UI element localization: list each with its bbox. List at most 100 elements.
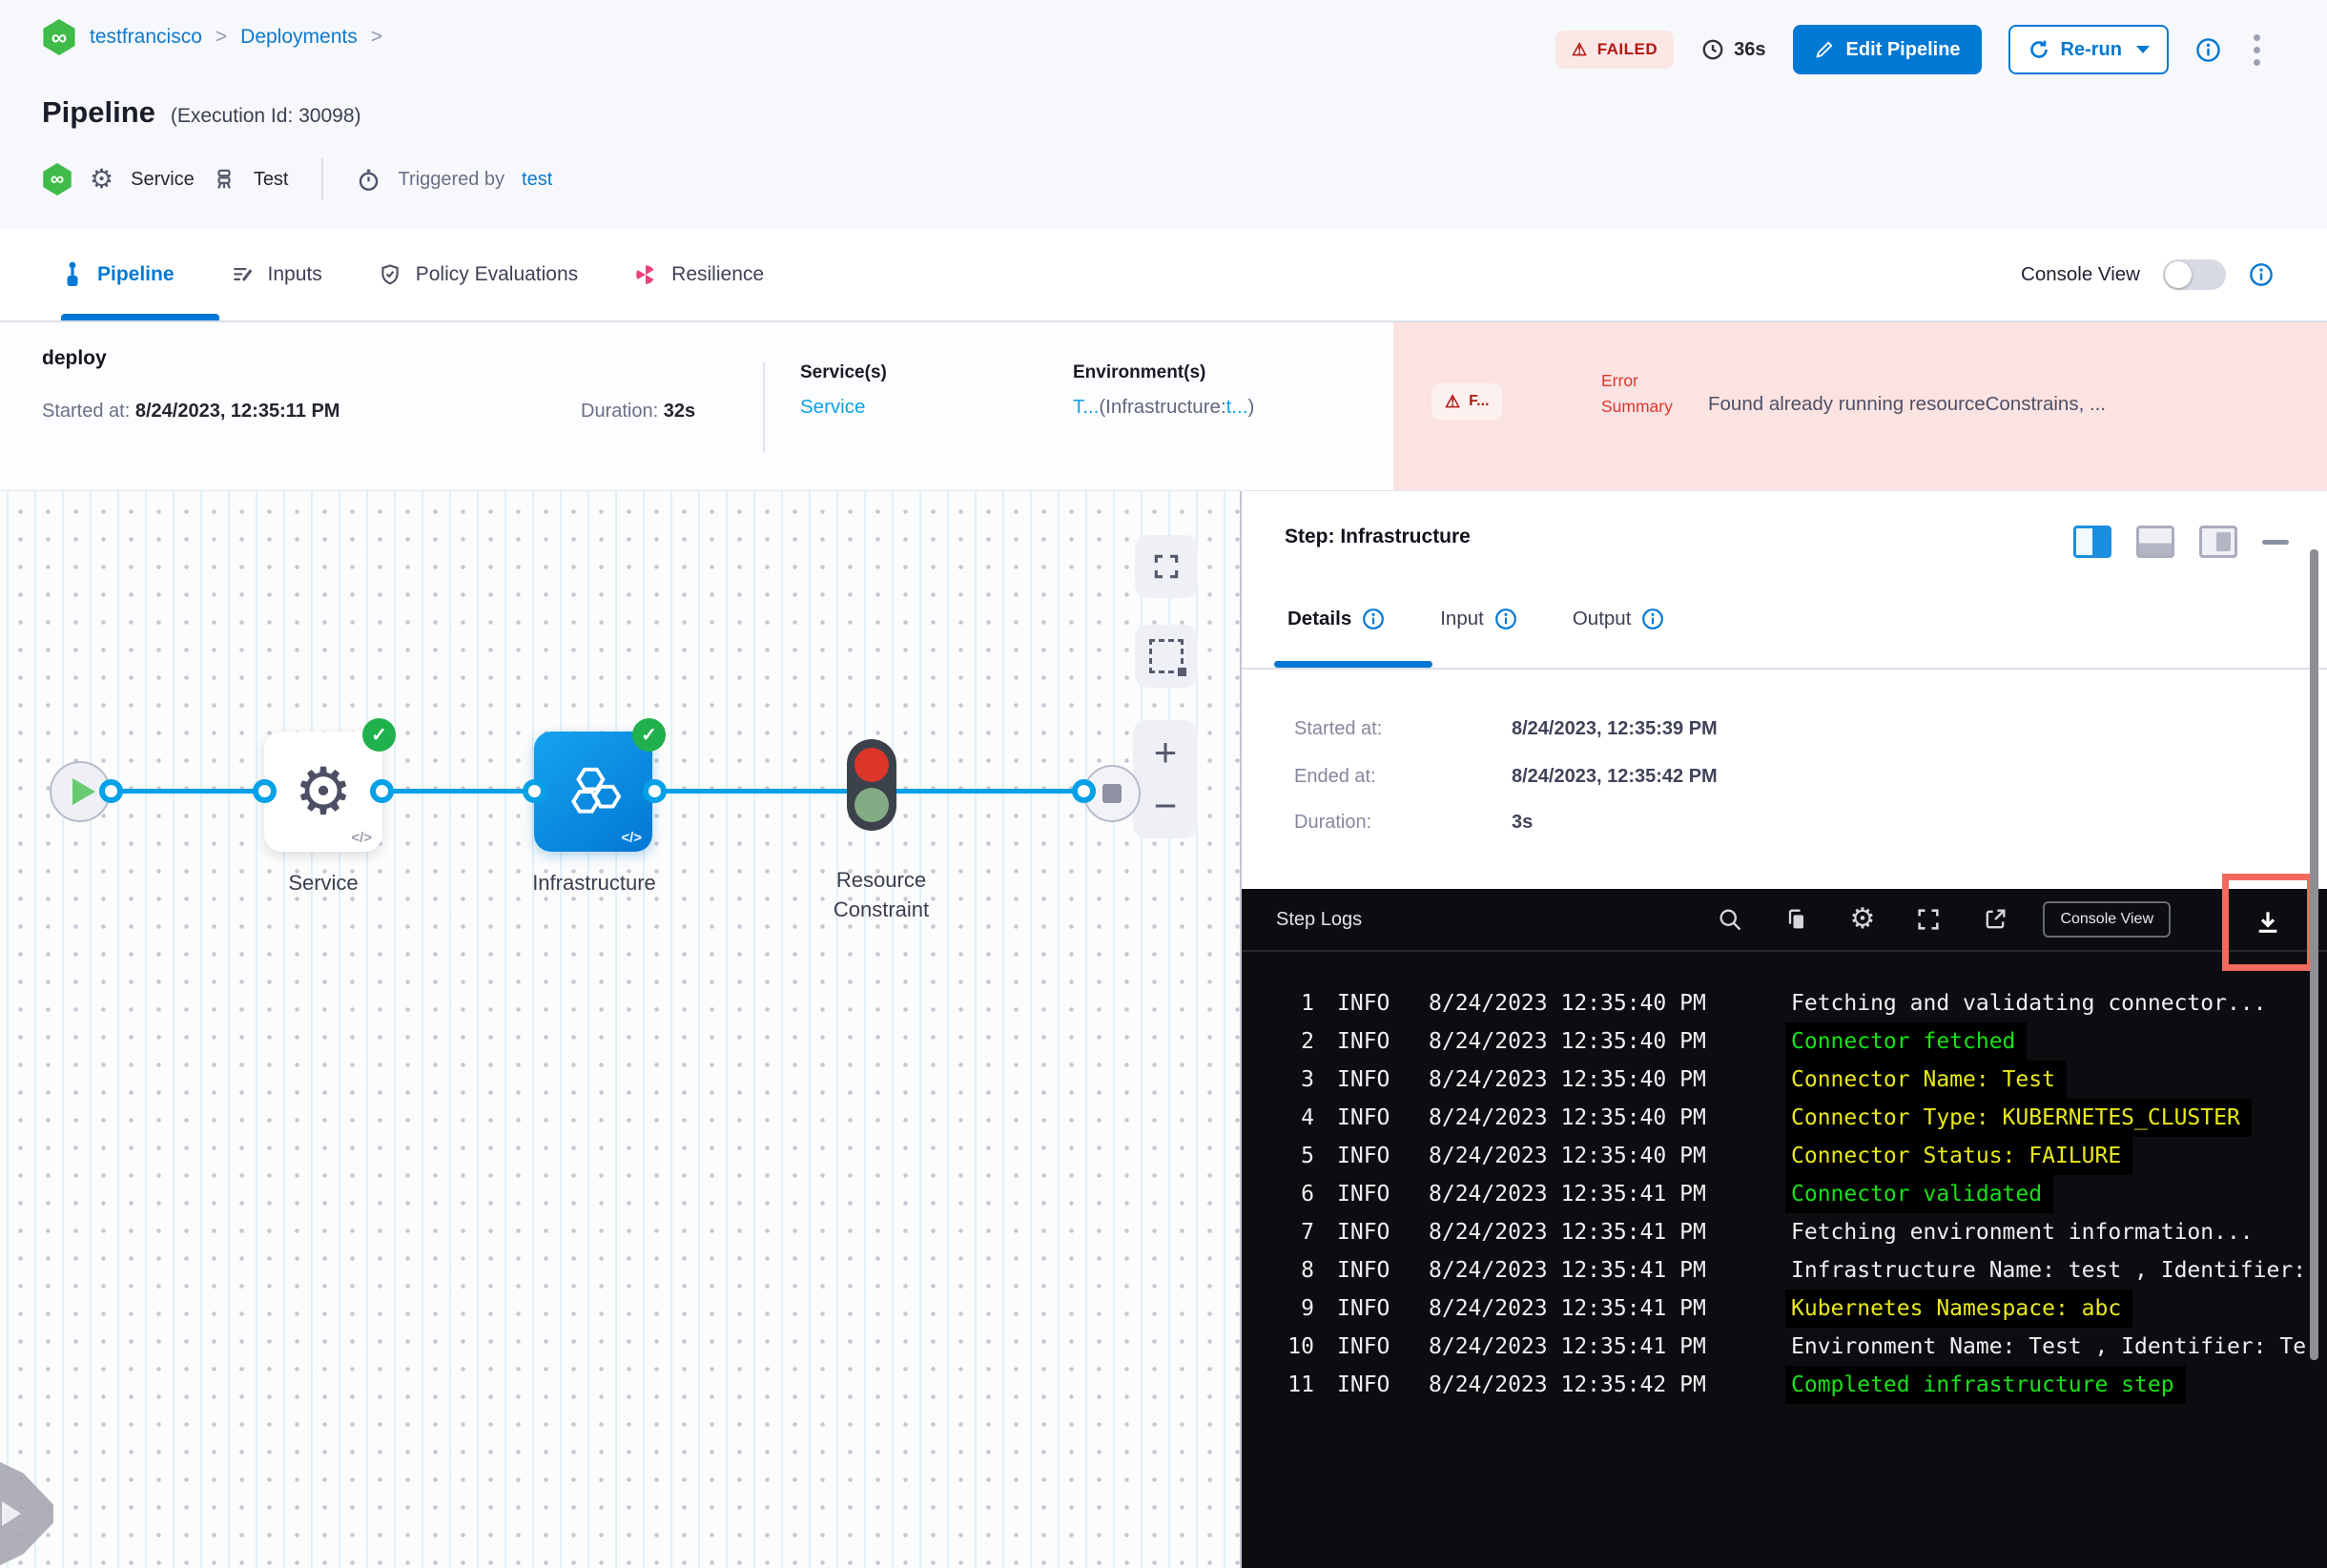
environments-label: Environment(s) [1073, 362, 1206, 382]
warning-icon: ⚠ [1445, 392, 1461, 411]
tab-inputs[interactable]: Inputs [230, 262, 322, 287]
download-highlight-annotation [2222, 874, 2314, 971]
node-resource-constraint-label: Resource Constraint [833, 868, 930, 921]
pencil-icon [1815, 41, 1832, 58]
environment-link[interactable]: T... [1073, 396, 1099, 418]
zoom-in-button[interactable]: + [1154, 732, 1178, 773]
step-logs-panel: Step Logs ⚙ Console View 1 INFO 8/24/202… [1242, 874, 2327, 1568]
code-badge: </> [351, 830, 372, 846]
infrastructure-link[interactable]: t... [1226, 396, 1248, 418]
edge-infrastructure-constraint [654, 789, 847, 794]
panel-layout-controls [2073, 526, 2289, 558]
download-logs-icon[interactable] [2253, 907, 2283, 938]
node-infrastructure[interactable]: </> ✓ [534, 718, 666, 852]
service-gear-icon: ⚙ [90, 164, 114, 194]
zoom-controls: + − [1133, 720, 1198, 838]
log-fullscreen-icon[interactable] [1915, 906, 1942, 933]
inputs-icon [233, 267, 252, 281]
breadcrumb-deployments-link[interactable]: Deployments [240, 26, 358, 49]
chevron-down-icon [2136, 46, 2150, 53]
tab-policy-evaluations-label: Policy Evaluations [415, 263, 579, 285]
tab-inputs-label: Inputs [267, 263, 322, 285]
log-console-view-button[interactable]: Console View [2043, 901, 2171, 938]
marquee-select-icon [1149, 639, 1186, 676]
log-toolbar-icons: ⚙ [1717, 905, 2009, 934]
console-view-info-icon[interactable] [2249, 262, 2274, 287]
details-info-icon[interactable] [1362, 608, 1385, 630]
log-line: 6 INFO 8/24/2023 12:35:41 PM Connector vali… [1242, 1175, 2327, 1213]
tab-details-label: Details [1287, 608, 1352, 629]
tab-output[interactable]: Output [1573, 608, 1665, 630]
breadcrumb: ∞ testfrancisco > Deployments > [42, 19, 382, 55]
log-settings-gear-icon[interactable]: ⚙ [1850, 905, 1876, 934]
canvas-fullscreen-button[interactable] [1135, 535, 1198, 598]
elapsed-time-value: 36s [1734, 38, 1766, 60]
execution-meta-row: ∞ ⚙ Service Test Triggered by test [42, 158, 552, 200]
tab-resilience-label: Resilience [671, 263, 765, 285]
breadcrumb-project-link[interactable]: testfrancisco [90, 26, 202, 49]
refresh-icon [2029, 40, 2048, 58]
main-content: + − ⚙ </> ✓ Service </> ✓ Infrastructure… [0, 491, 2327, 1568]
active-tab-underline [61, 314, 219, 320]
more-options-menu[interactable] [2248, 29, 2266, 72]
minimize-panel-button[interactable] [2262, 539, 2289, 545]
elapsed-time: 36s [1700, 37, 1766, 62]
canvas-select-button[interactable] [1135, 625, 1198, 688]
stage-started-label: Started at: [42, 401, 131, 422]
node-service[interactable]: ⚙ </> ✓ [264, 718, 396, 852]
warning-icon: ⚠ [1572, 40, 1588, 59]
rerun-label: Re-run [2060, 38, 2122, 60]
triggered-by-user-link[interactable]: test [522, 169, 552, 191]
active-step-tab-underline [1274, 661, 1432, 668]
log-line: 3 INFO 8/24/2023 12:35:40 PM Connector Name… [1242, 1061, 2327, 1099]
layout-split-bottom-button[interactable] [2136, 526, 2174, 558]
step-logs-title: Step Logs [1276, 908, 1363, 930]
title-row: Pipeline (Execution Id: 30098) [42, 95, 361, 130]
pipeline-canvas[interactable]: + − ⚙ </> ✓ Service </> ✓ Infrastructure… [0, 491, 1240, 1568]
zoom-out-button[interactable]: − [1154, 785, 1178, 826]
detail-duration-row: Duration: 3s [1294, 812, 1533, 834]
log-line: 7 INFO 8/24/2023 12:35:41 PM Fetching envir… [1301, 1220, 2254, 1245]
tab-resilience[interactable]: Resilience [633, 262, 764, 287]
page-title: Pipeline [42, 95, 155, 129]
panel-scrollbar-thumb[interactable] [2310, 549, 2318, 1360]
console-view-control: Console View [2021, 229, 2274, 320]
stage-name[interactable]: deploy [42, 347, 107, 370]
node-resource-constraint[interactable] [847, 739, 896, 831]
layout-split-right-button[interactable] [2073, 526, 2111, 558]
layout-floating-button[interactable] [2199, 526, 2237, 558]
traffic-light-red [855, 748, 889, 782]
stage-duration: Duration: 32s [581, 401, 695, 423]
log-line: 9 INFO 8/24/2023 12:35:41 PM Kubernetes Nam… [1242, 1289, 2327, 1328]
output-info-icon[interactable] [1641, 608, 1664, 630]
tab-pipeline[interactable]: Pipeline [61, 260, 175, 289]
info-icon[interactable] [2195, 37, 2221, 63]
expand-panel-handle[interactable] [0, 1457, 53, 1568]
execution-id: (Execution Id: 30098) [170, 105, 361, 127]
tab-input[interactable]: Input [1440, 608, 1517, 630]
service-link[interactable]: Service [800, 396, 865, 418]
meta-divider [320, 158, 323, 200]
connector-port [643, 779, 667, 803]
edge-constraint-end [896, 789, 1083, 794]
console-view-toggle[interactable] [2163, 259, 2226, 290]
success-check-icon: ✓ [632, 718, 666, 752]
stage-duration-value: 32s [663, 401, 696, 422]
stop-icon [1102, 784, 1122, 803]
open-external-icon[interactable] [1982, 906, 2008, 933]
service-gear-icon: ⚙ [294, 755, 353, 828]
header: ∞ testfrancisco > Deployments > ⚠ FAILED… [0, 0, 2327, 229]
copy-icon[interactable] [1783, 906, 1810, 933]
environment-icon [216, 169, 231, 189]
stage-started: Started at: 8/24/2023, 12:35:11 PM [42, 401, 340, 423]
status-badge-label: FAILED [1596, 40, 1658, 58]
rerun-button[interactable]: Re-run [2008, 25, 2169, 74]
detail-duration-label: Duration: [1294, 812, 1372, 833]
tab-details[interactable]: Details [1287, 608, 1385, 630]
search-icon[interactable] [1717, 906, 1743, 933]
edit-pipeline-button[interactable]: Edit Pipeline [1792, 25, 1982, 74]
input-info-icon[interactable] [1494, 608, 1517, 630]
code-badge: </> [621, 830, 642, 846]
breadcrumb-separator: > [370, 26, 382, 48]
tab-policy-evaluations[interactable]: Policy Evaluations [378, 262, 578, 287]
